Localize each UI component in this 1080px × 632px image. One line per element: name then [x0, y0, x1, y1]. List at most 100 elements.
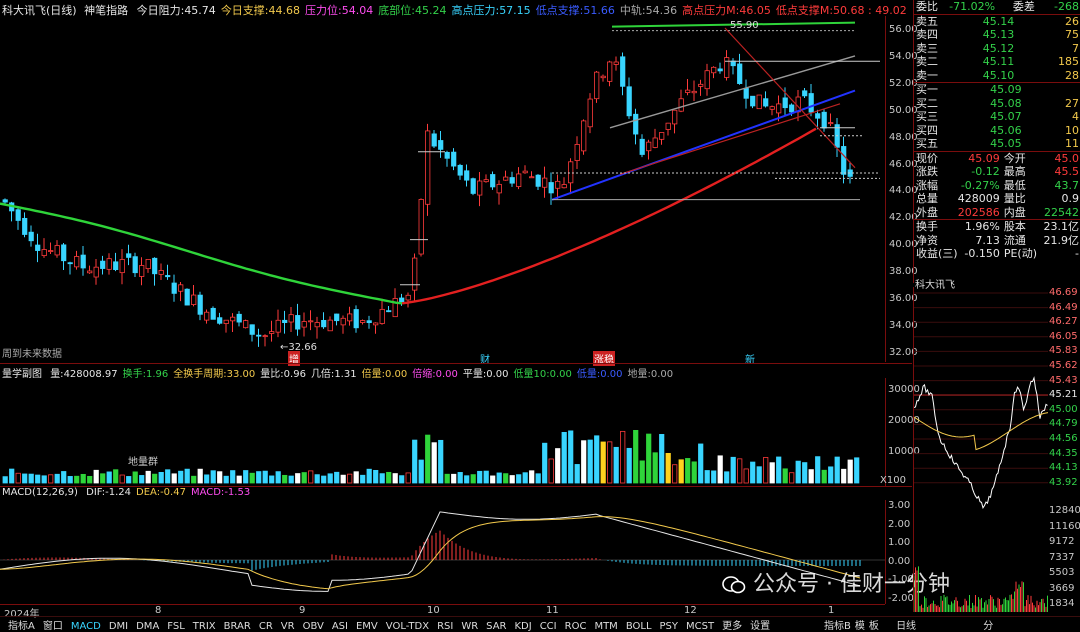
bid-volume: 11: [1065, 137, 1079, 150]
candle: [80, 254, 86, 269]
tab-macd[interactable]: MACD: [67, 621, 105, 632]
candle: [217, 317, 223, 324]
toolbar-right-item[interactable]: 指标B: [824, 621, 851, 632]
tab-roc[interactable]: ROC: [561, 621, 591, 632]
ma-line-rising: [401, 127, 817, 305]
ma-line-falling: [0, 202, 403, 305]
volume-bar: [756, 466, 762, 484]
volume-bar: [737, 458, 743, 484]
header-item-label-2: 压力位:: [305, 4, 342, 16]
volume-bar: [665, 452, 671, 484]
tab-asi[interactable]: ASI: [328, 621, 352, 632]
header-item-value-8: 50.68 : 49.02: [833, 4, 907, 16]
bid-volume: 4: [1072, 110, 1079, 123]
tab-cr[interactable]: CR: [255, 621, 277, 632]
volume-bar: [262, 470, 268, 484]
candle: [334, 313, 340, 322]
candle: [314, 322, 320, 328]
candle: [574, 144, 580, 161]
candle: [223, 319, 229, 324]
candle: [2, 199, 8, 203]
tab-cci[interactable]: CCI: [536, 621, 561, 632]
volume-indicator-label[interactable]: 量学副图: [2, 369, 42, 378]
tab-mtm[interactable]: MTM: [590, 621, 621, 632]
bid-row[interactable]: 买一 45.09: [914, 83, 1080, 97]
candle: [509, 177, 515, 184]
tab-obv[interactable]: OBV: [299, 621, 328, 632]
stat-value: -0.27%: [960, 178, 1000, 192]
tab-trix[interactable]: TRIX: [189, 621, 220, 632]
volume-item-label-7: 平量:: [462, 369, 487, 378]
bid-row[interactable]: 买四 45.06 10: [914, 124, 1080, 138]
ask-row[interactable]: 卖四 45.13 75: [914, 28, 1080, 42]
tab-指标a[interactable]: 指标A: [4, 621, 39, 632]
volume-chart[interactable]: [0, 378, 885, 486]
candle: [230, 316, 236, 322]
toolbar-right-item[interactable]: 板: [869, 621, 879, 632]
volume-bar: [93, 469, 99, 484]
intraday-tick: 46.05: [1049, 330, 1078, 342]
candle: [171, 282, 177, 294]
intraday-chart[interactable]: [913, 287, 1048, 612]
price-chart[interactable]: [0, 16, 885, 362]
ask-row[interactable]: 卖一 45.10 28: [914, 69, 1080, 83]
volume-bar: [815, 456, 821, 484]
volume-bar: [678, 459, 684, 484]
ask-row[interactable]: 卖三 45.12 7: [914, 42, 1080, 56]
tab-vol-tdx[interactable]: VOL-TDX: [382, 621, 433, 632]
tab-mcst[interactable]: MCST: [682, 621, 718, 632]
tab-boll[interactable]: BOLL: [622, 621, 656, 632]
toolbar-right-item[interactable]: 模: [855, 621, 865, 632]
candle: [704, 70, 710, 90]
tab-设置[interactable]: 设置: [746, 621, 774, 632]
tab-dma[interactable]: DMA: [132, 621, 163, 632]
volume-item-label-4: 几倍:: [310, 369, 335, 378]
tab-psy[interactable]: PSY: [656, 621, 683, 632]
volume-item-value-8: 0.00: [549, 369, 572, 378]
date-tick: 10: [427, 605, 440, 616]
macd-item-label-2: MACD:: [190, 487, 225, 498]
tab-dmi[interactable]: DMI: [105, 621, 132, 632]
stock-title[interactable]: 科大讯飞(日线): [2, 4, 77, 16]
ask-row[interactable]: 卖五 45.14 26: [914, 15, 1080, 29]
volume-bar: [490, 475, 496, 484]
tab-wr[interactable]: WR: [457, 621, 482, 632]
volume-bar: [243, 470, 249, 484]
candle: [464, 170, 470, 181]
tab-sar[interactable]: SAR: [482, 621, 510, 632]
candle: [145, 259, 151, 270]
macd-indicator-label[interactable]: MACD(12,26,9): [2, 487, 78, 498]
date-tick: 11: [546, 605, 559, 616]
volume-bar: [249, 472, 255, 484]
ask-label: 卖一: [916, 68, 938, 82]
bid-row[interactable]: 买五 45.05 11: [914, 137, 1080, 151]
tab-fsl[interactable]: FSL: [163, 621, 189, 632]
tab-vr[interactable]: VR: [277, 621, 299, 632]
macd-tick: 2.00: [888, 518, 911, 530]
volume-bar: [145, 470, 151, 484]
bid-row[interactable]: 买三 45.07 4: [914, 110, 1080, 124]
volume-bar: [9, 468, 15, 484]
candle: [789, 104, 795, 113]
indicator-name[interactable]: 神笔指路: [84, 4, 128, 16]
tab-minute[interactable]: 分: [983, 621, 993, 632]
tab-brar[interactable]: BRAR: [220, 621, 255, 632]
tab-kdj[interactable]: KDJ: [510, 621, 535, 632]
candle: [126, 253, 132, 258]
ask-row[interactable]: 卖二 45.11 185: [914, 55, 1080, 69]
candle: [132, 256, 138, 274]
volume-bar: [451, 473, 457, 484]
tab-emv[interactable]: EMV: [352, 621, 382, 632]
tab-窗口[interactable]: 窗口: [39, 621, 67, 632]
stat-row: 涨跌 -0.12 最高 45.5: [914, 165, 1080, 179]
volume-bar: [503, 473, 509, 484]
volume-bar: [769, 462, 775, 484]
volume-note: 地量群: [128, 457, 158, 468]
bid-row[interactable]: 买二 45.08 27: [914, 97, 1080, 111]
volume-bar: [704, 470, 710, 484]
tab-rsi[interactable]: RSI: [433, 621, 457, 632]
tab-daily[interactable]: 日线: [896, 621, 916, 632]
webi-row: 委比 -71.02% 委差 -268: [916, 0, 1079, 13]
future-data-label[interactable]: 周到未来数据: [2, 345, 62, 360]
tab-更多[interactable]: 更多: [718, 621, 746, 632]
